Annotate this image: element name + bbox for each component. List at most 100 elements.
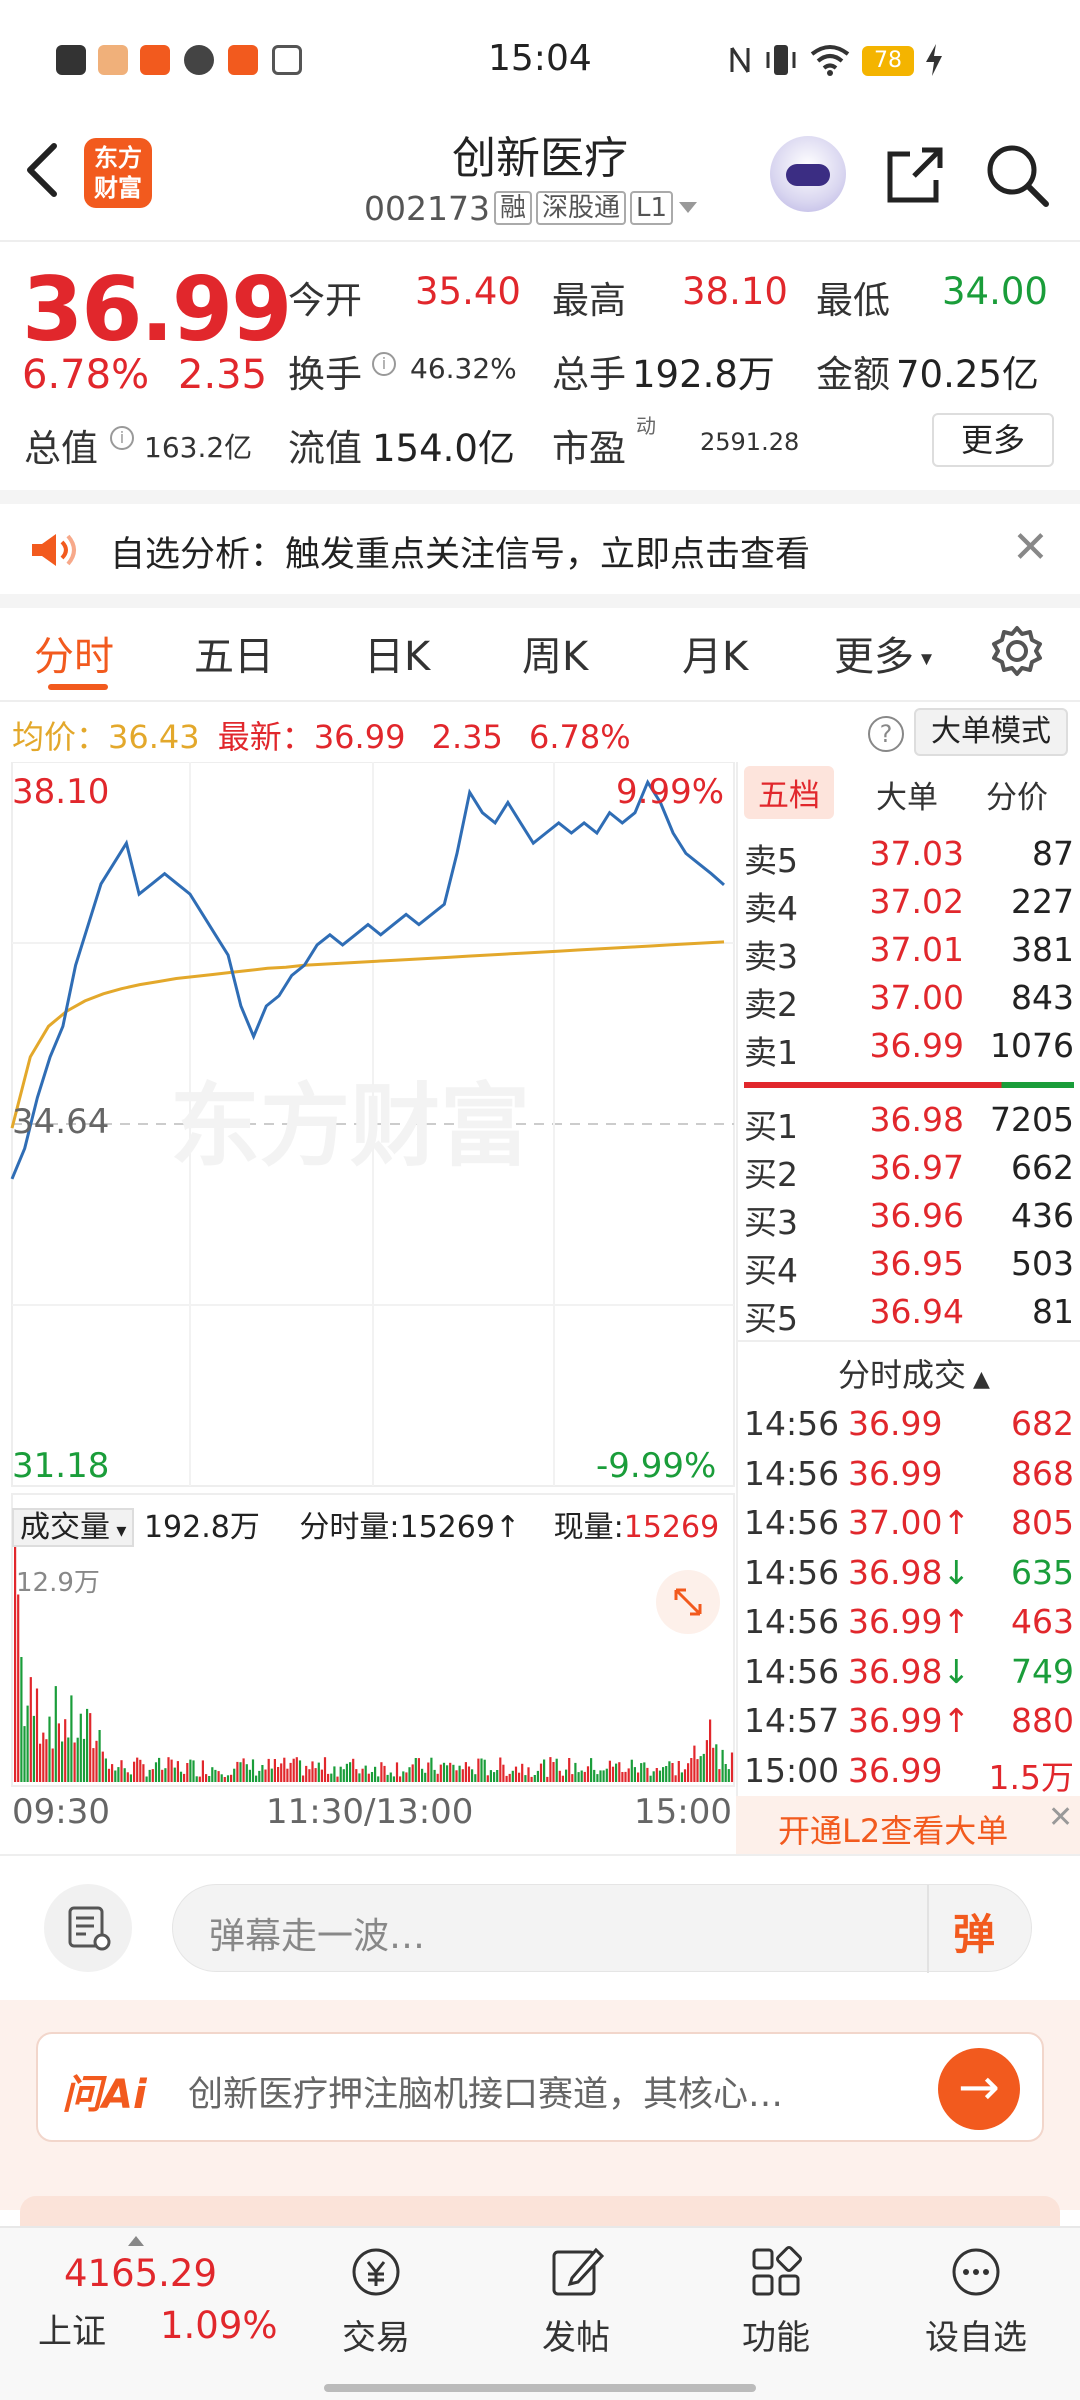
level-tag: L1 — [630, 191, 674, 225]
volume-bar — [136, 1757, 139, 1782]
volume-bar — [161, 1769, 164, 1782]
volume-bar — [605, 1768, 608, 1782]
tab-intraday[interactable]: 分时 — [34, 624, 114, 682]
watermark: 东方财富 — [170, 1074, 530, 1179]
tick-price: 36.99 — [848, 1404, 943, 1443]
volume-bar — [57, 1723, 60, 1782]
volume-bar — [511, 1770, 514, 1782]
index-value[interactable]: 4165.29 — [64, 2252, 217, 2295]
avg-label: 均价： — [12, 718, 109, 756]
info-icon[interactable]: i — [110, 426, 134, 450]
volume-bar — [145, 1776, 148, 1782]
volume-bar — [377, 1776, 380, 1782]
tab-price-dist[interactable]: 分价 — [986, 772, 1048, 817]
volume-bar — [665, 1766, 668, 1782]
volume-bar — [637, 1772, 640, 1782]
tick-volume: 635 — [1011, 1552, 1074, 1592]
volume-bar — [104, 1758, 107, 1782]
volume-bar — [552, 1762, 555, 1782]
volume-bar — [493, 1772, 496, 1782]
volume-bar — [45, 1739, 48, 1782]
volume-bar — [583, 1771, 586, 1782]
latest-percent: 6.78% — [529, 718, 631, 756]
search-icon[interactable] — [982, 140, 1052, 210]
volume-bar — [427, 1762, 430, 1782]
close-icon[interactable]: ✕ — [1048, 1800, 1073, 1835]
stock-code-row[interactable]: 002173 融 深股通 L1 — [364, 188, 699, 228]
volume-bar — [86, 1708, 89, 1782]
close-icon[interactable]: ✕ — [1012, 522, 1049, 573]
volume-bar — [690, 1758, 693, 1782]
nav-trade[interactable]: 交易 — [316, 2242, 436, 2359]
tab-daily-k[interactable]: 日K — [364, 624, 430, 682]
ai-logo: 问Ai — [62, 2072, 147, 2118]
alert-banner[interactable]: 自选分析：触发重点关注信号，立即点击查看 ✕ — [0, 504, 1080, 594]
expand-icon[interactable] — [656, 1570, 720, 1634]
nav-add-watchlist[interactable]: 设自选 — [916, 2242, 1036, 2359]
share-icon[interactable] — [880, 140, 950, 210]
danmu-input[interactable]: 弹幕走一波… 弹 — [172, 1884, 1032, 1973]
intraday-chart[interactable]: 东方财富 38.10 9.99% 34.64 31.18 -9.99% 成交量 … — [0, 761, 736, 1852]
caret-up-icon — [128, 2236, 144, 2246]
volume-bar — [123, 1768, 126, 1782]
volume-bar — [464, 1762, 467, 1782]
level-volume: 87 — [1032, 834, 1074, 873]
level-volume: 381 — [1011, 930, 1074, 969]
low-label: 最低 — [816, 279, 890, 322]
volume-bar — [530, 1776, 533, 1782]
volume-bar — [411, 1764, 414, 1782]
volume-bar — [565, 1769, 568, 1782]
volume-bar — [549, 1757, 552, 1782]
grid-icon — [752, 2246, 802, 2296]
volume-bar — [658, 1770, 662, 1782]
open-label: 今开 — [288, 279, 362, 322]
tick-time: 14:56 — [744, 1503, 840, 1542]
tab-five-levels[interactable]: 五档 — [744, 766, 834, 819]
divider — [738, 1340, 1080, 1342]
volume-bar — [624, 1771, 627, 1782]
volume-label: 总手 — [552, 353, 626, 396]
tab-weekly-k[interactable]: 周K — [522, 624, 588, 682]
tab-five-day[interactable]: 五日 — [194, 624, 274, 682]
vibrate-icon — [766, 45, 796, 75]
ai-ask-card[interactable]: 问Ai 创新医疗押注脑机接口赛道，其核心… → — [36, 2032, 1044, 2142]
nav-post[interactable]: 发帖 — [516, 2242, 636, 2359]
tick-time: 14:56 — [744, 1552, 840, 1592]
volume-bar — [693, 1745, 696, 1782]
tick-volume: 1.5万 — [988, 1757, 1074, 1797]
nav-functions[interactable]: 功能 — [716, 2242, 836, 2359]
tab-more[interactable]: 更多 ▾ — [834, 624, 932, 682]
volume-bar — [298, 1760, 302, 1782]
ai-assistant-avatar[interactable] — [770, 136, 846, 212]
clock: 15:04 — [488, 38, 592, 79]
volume-bar — [474, 1774, 477, 1782]
more-button[interactable]: 更多 — [932, 413, 1054, 467]
volume-bar — [521, 1763, 524, 1782]
tick-price: 37.00↑ — [848, 1503, 971, 1542]
gear-icon[interactable] — [990, 624, 1044, 678]
volume-selector[interactable]: 成交量 ▾ — [12, 1508, 135, 1547]
volume-bar — [574, 1762, 577, 1782]
y-min-label: 31.18 — [12, 1446, 110, 1486]
danmu-send-button[interactable]: 弹 — [953, 1901, 995, 1962]
arrow-right-icon[interactable]: → — [938, 2048, 1020, 2130]
volume-bar — [48, 1716, 51, 1782]
big-order-mode-button[interactable]: 大单模式 — [914, 708, 1068, 756]
tab-big-orders[interactable]: 大单 — [876, 772, 938, 817]
info-icon[interactable]: i — [372, 352, 396, 376]
volume-bar — [518, 1772, 521, 1782]
ticks-title[interactable]: 分时成交 ▲ — [838, 1350, 990, 1396]
mktcap-value: 163.2亿 — [144, 431, 253, 464]
comment-list-icon[interactable] — [44, 1884, 132, 1972]
y-max-label: 38.10 — [12, 772, 110, 812]
volume-bar — [593, 1769, 596, 1782]
help-icon[interactable]: ? — [868, 716, 904, 752]
arrow-up-icon: ↑ — [494, 1510, 521, 1545]
volume-bar — [668, 1761, 671, 1782]
l2-upgrade-bar[interactable]: 开通L2查看大单 ✕ — [736, 1796, 1080, 1854]
tab-monthly-k[interactable]: 月K — [682, 624, 748, 682]
volume-bar — [98, 1730, 101, 1782]
pe-value: 2591.28 — [700, 428, 800, 456]
volume-bar — [333, 1766, 336, 1782]
l2-upgrade-text: 开通L2查看大单 — [778, 1812, 1009, 1850]
